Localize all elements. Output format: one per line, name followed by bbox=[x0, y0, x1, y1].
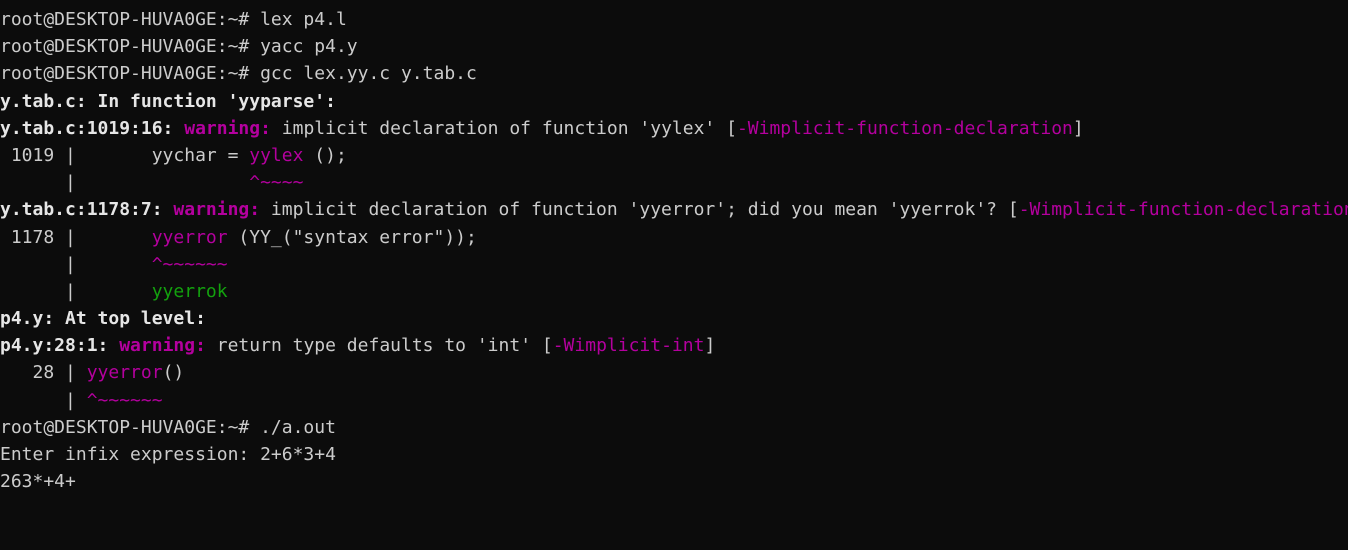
source-code: () bbox=[162, 362, 185, 384]
caret-padding bbox=[76, 390, 87, 411]
line-number-gutter: | bbox=[0, 172, 76, 194]
diagnostic-message: return type defaults to 'int' bbox=[205, 335, 542, 357]
flag-bracket-open: [ bbox=[1007, 199, 1019, 221]
flag-bracket-close: ] bbox=[1072, 117, 1084, 139]
diagnostic-context: y.tab.c: In function 'yyparse': bbox=[0, 90, 336, 112]
source-code: yychar = bbox=[75, 144, 250, 166]
caret-padding bbox=[76, 281, 152, 302]
line-number-gutter: | bbox=[0, 389, 76, 411]
terminal-line-12: p4.y: At top level: bbox=[0, 305, 1348, 332]
caret-padding bbox=[76, 254, 152, 275]
diagnostic-context: p4.y: At top level: bbox=[0, 308, 206, 330]
warning-label: warning: bbox=[184, 117, 271, 139]
caret-padding bbox=[76, 172, 249, 193]
diagnostic-message: implicit declaration of function 'yylex' bbox=[270, 117, 727, 139]
diagnostic-location: p4.y:28:1: bbox=[0, 335, 120, 357]
line-number-gutter: 28 | bbox=[0, 362, 76, 384]
terminal-line-10: | ^~~~~~~ bbox=[0, 251, 1348, 278]
terminal-line-7: | ^~~~~ bbox=[0, 169, 1348, 196]
flag-bracket-close: ] bbox=[704, 335, 716, 357]
command-text: gcc lex.yy.c y.tab.c bbox=[249, 63, 477, 85]
source-code bbox=[76, 227, 152, 248]
command-text: lex p4.l bbox=[249, 9, 347, 30]
terminal-line-17: Enter infix expression: 2+6*3+4 bbox=[0, 441, 1348, 468]
program-output: Enter infix expression: 2+6*3+4 bbox=[0, 444, 336, 465]
warning-flag: -Wimplicit-int bbox=[552, 335, 705, 357]
program-output: 263*+4+ bbox=[0, 471, 76, 493]
highlighted-token: yyerror bbox=[151, 226, 228, 248]
command-text: yacc p4.y bbox=[249, 36, 358, 58]
shell-prompt: root@DESKTOP-HUVA0GE:~# bbox=[0, 416, 250, 438]
shell-prompt: root@DESKTOP-HUVA0GE:~# bbox=[0, 63, 250, 85]
shell-prompt: root@DESKTOP-HUVA0GE:~# bbox=[0, 36, 250, 58]
terminal-line-3: root@DESKTOP-HUVA0GE:~# gcc lex.yy.c y.t… bbox=[0, 60, 1348, 87]
terminal-line-8: y.tab.c:1178:7: warning: implicit declar… bbox=[0, 196, 1348, 223]
line-number-gutter: 1019 | bbox=[0, 144, 76, 166]
terminal-line-15: | ^~~~~~~ bbox=[0, 387, 1348, 414]
diagnostic-location: y.tab.c:1178:7: bbox=[0, 199, 174, 221]
caret-marker: ^~~~~ bbox=[249, 172, 304, 194]
highlighted-token: yyerror bbox=[86, 362, 163, 384]
terminal-line-2: root@DESKTOP-HUVA0GE:~# yacc p4.y bbox=[0, 33, 1348, 60]
terminal-line-6: 1019 | yychar = yylex (); bbox=[0, 142, 1348, 169]
line-number-gutter: 1178 | bbox=[0, 226, 76, 248]
warning-label: warning: bbox=[119, 335, 206, 357]
shell-prompt: root@DESKTOP-HUVA0GE:~# bbox=[0, 9, 250, 30]
diagnostic-message: implicit declaration of function 'yyerro… bbox=[260, 199, 1008, 221]
flag-bracket-open: [ bbox=[541, 335, 553, 357]
terminal-line-5: y.tab.c:1019:16: warning: implicit decla… bbox=[0, 115, 1348, 142]
source-code: (); bbox=[303, 144, 347, 166]
terminal-line-13: p4.y:28:1: warning: return type defaults… bbox=[0, 332, 1348, 359]
highlighted-token: yylex bbox=[249, 144, 304, 166]
terminal-line-4: y.tab.c: In function 'yyparse': bbox=[0, 88, 1348, 115]
caret-marker: ^~~~~~~ bbox=[86, 389, 163, 411]
terminal-line-14: 28 | yyerror() bbox=[0, 359, 1348, 386]
terminal-line-9: 1178 | yyerror (YY_("syntax error")); bbox=[0, 224, 1348, 251]
flag-bracket-open: [ bbox=[726, 117, 737, 139]
fix-suggestion: yyerrok bbox=[151, 280, 228, 302]
command-text: ./a.out bbox=[249, 416, 336, 438]
warning-label: warning: bbox=[173, 199, 261, 221]
line-number-gutter: | bbox=[0, 280, 76, 302]
caret-marker: ^~~~~~~ bbox=[151, 253, 228, 275]
terminal-line-16: root@DESKTOP-HUVA0GE:~# ./a.out bbox=[0, 414, 1348, 441]
warning-flag: -Wimplicit-function-declaration bbox=[1018, 199, 1348, 221]
source-code: (YY_("syntax error")); bbox=[227, 226, 477, 248]
terminal-line-18: 263*+4+ bbox=[0, 468, 1348, 495]
line-number-gutter: | bbox=[0, 253, 76, 275]
source-code bbox=[76, 362, 87, 383]
terminal-line-1: root@DESKTOP-HUVA0GE:~# lex p4.l bbox=[0, 6, 1348, 33]
terminal-line-11: | yyerrok bbox=[0, 278, 1348, 305]
warning-flag: -Wimplicit-function-declaration bbox=[736, 117, 1073, 139]
diagnostic-location: y.tab.c:1019:16: bbox=[0, 117, 185, 139]
terminal-window[interactable]: root@DESKTOP-HUVA0GE:~# lex p4.l root@DE… bbox=[0, 0, 1348, 550]
